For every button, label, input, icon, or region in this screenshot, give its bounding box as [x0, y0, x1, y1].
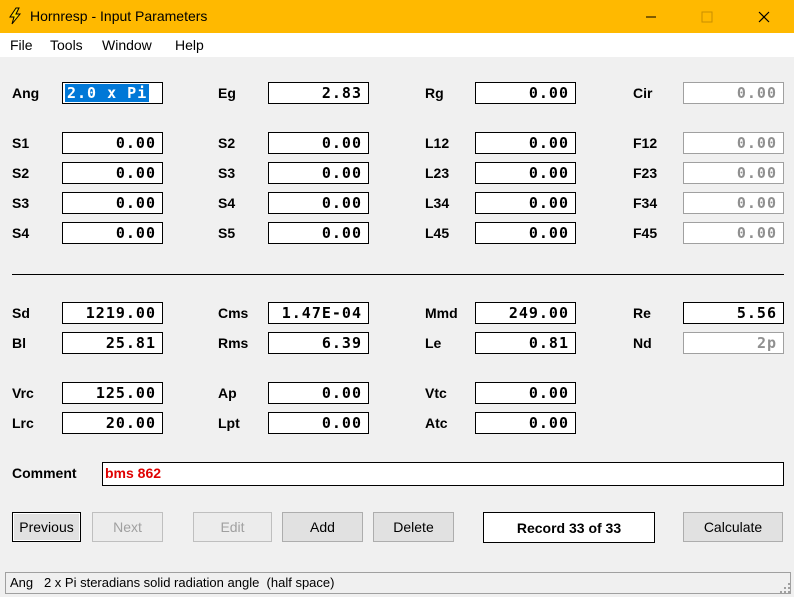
maximize-button[interactable] [684, 0, 730, 33]
s4-field[interactable]: 0.00 [62, 222, 163, 244]
ang-value: 2.0 x Pi [65, 84, 150, 102]
cir-label: Cir [633, 85, 653, 101]
lrc-field[interactable]: 20.00 [62, 412, 163, 434]
lpt-field[interactable]: 0.00 [268, 412, 369, 434]
vrc-field[interactable]: 125.00 [62, 382, 163, 404]
previous-button[interactable]: Previous [12, 512, 81, 542]
eg-label: Eg [218, 85, 236, 101]
atc-label: Atc [425, 415, 448, 431]
s5-field[interactable]: 0.00 [268, 222, 369, 244]
lightning-icon [9, 7, 22, 25]
f12-field[interactable]: 0.00 [683, 132, 784, 154]
nd-label: Nd [633, 335, 652, 351]
menu-tools[interactable]: Tools [50, 37, 83, 53]
vtc-field[interactable]: 0.00 [475, 382, 576, 404]
delete-button[interactable]: Delete [373, 512, 454, 542]
cms-label: Cms [218, 305, 249, 321]
calculate-button[interactable]: Calculate [683, 512, 783, 542]
edit-button[interactable]: Edit [193, 512, 272, 542]
nd-field[interactable]: 2p [683, 332, 784, 354]
s2-field[interactable]: 0.00 [268, 132, 369, 154]
ap-field[interactable]: 0.00 [268, 382, 369, 404]
le-field[interactable]: 0.81 [475, 332, 576, 354]
sd-field[interactable]: 1219.00 [62, 302, 163, 324]
s3-label: S3 [218, 165, 236, 181]
s1-label: S1 [12, 135, 30, 151]
status-text: Ang 2 x Pi steradians solid radiation an… [10, 575, 335, 590]
eg-field[interactable]: 2.83 [268, 82, 369, 104]
ang-field[interactable]: 2.0 x Pi [62, 82, 163, 104]
sd-label: Sd [12, 305, 30, 321]
s4-label: S4 [218, 195, 236, 211]
menu-help[interactable]: Help [175, 37, 204, 53]
f23-field[interactable]: 0.00 [683, 162, 784, 184]
lrc-label: Lrc [12, 415, 34, 431]
f45-field[interactable]: 0.00 [683, 222, 784, 244]
comment-field[interactable]: bms 862 [102, 462, 784, 486]
next-button[interactable]: Next [92, 512, 163, 542]
s2-field[interactable]: 0.00 [62, 162, 163, 184]
s3-field[interactable]: 0.00 [268, 162, 369, 184]
resize-grip-icon[interactable] [779, 582, 791, 594]
f45-label: F45 [633, 225, 658, 241]
l45-label: L45 [425, 225, 450, 241]
le-label: Le [425, 335, 442, 351]
vtc-label: Vtc [425, 385, 447, 401]
s2-label: S2 [12, 165, 30, 181]
rg-label: Rg [425, 85, 444, 101]
maximize-icon [701, 11, 713, 22]
l23-field[interactable]: 0.00 [475, 162, 576, 184]
s4-field[interactable]: 0.00 [268, 192, 369, 214]
s3-field[interactable]: 0.00 [62, 192, 163, 214]
menu-file[interactable]: File [10, 37, 33, 53]
l12-label: L12 [425, 135, 450, 151]
rms-label: Rms [218, 335, 249, 351]
window-title: Hornresp - Input Parameters [30, 8, 208, 24]
ang-label: Ang [12, 85, 40, 101]
record-indicator: Record 33 of 33 [483, 512, 655, 543]
minimize-button[interactable] [628, 0, 674, 33]
s2-label: S2 [218, 135, 236, 151]
s1-field[interactable]: 0.00 [62, 132, 163, 154]
bl-field[interactable]: 25.81 [62, 332, 163, 354]
s5-label: S5 [218, 225, 236, 241]
f34-field[interactable]: 0.00 [683, 192, 784, 214]
lpt-label: Lpt [218, 415, 240, 431]
status-bar: Ang 2 x Pi steradians solid radiation an… [5, 572, 791, 594]
cms-field[interactable]: 1.47E-04 [268, 302, 369, 324]
menu-bar: File Tools Window Help [0, 33, 794, 57]
comment-label: Comment [12, 465, 77, 481]
l12-field[interactable]: 0.00 [475, 132, 576, 154]
l34-label: L34 [425, 195, 450, 211]
l23-label: L23 [425, 165, 450, 181]
add-button[interactable]: Add [282, 512, 363, 542]
close-icon [758, 11, 770, 22]
l34-field[interactable]: 0.00 [475, 192, 576, 214]
menu-window[interactable]: Window [102, 37, 152, 53]
mmd-label: Mmd [425, 305, 458, 321]
f12-label: F12 [633, 135, 658, 151]
vrc-label: Vrc [12, 385, 34, 401]
f23-label: F23 [633, 165, 658, 181]
cir-field[interactable]: 0.00 [683, 82, 784, 104]
re-field[interactable]: 5.56 [683, 302, 784, 324]
f34-label: F34 [633, 195, 658, 211]
atc-field[interactable]: 0.00 [475, 412, 576, 434]
l45-field[interactable]: 0.00 [475, 222, 576, 244]
ap-label: Ap [218, 385, 237, 401]
s4-label: S4 [12, 225, 30, 241]
title-bar: Hornresp - Input Parameters [0, 0, 794, 33]
s3-label: S3 [12, 195, 30, 211]
close-button[interactable] [741, 0, 787, 33]
section-divider [12, 274, 784, 275]
mmd-field[interactable]: 249.00 [475, 302, 576, 324]
minimize-icon [646, 16, 656, 17]
bl-label: Bl [12, 335, 26, 351]
re-label: Re [633, 305, 651, 321]
rms-field[interactable]: 6.39 [268, 332, 369, 354]
rg-field[interactable]: 0.00 [475, 82, 576, 104]
